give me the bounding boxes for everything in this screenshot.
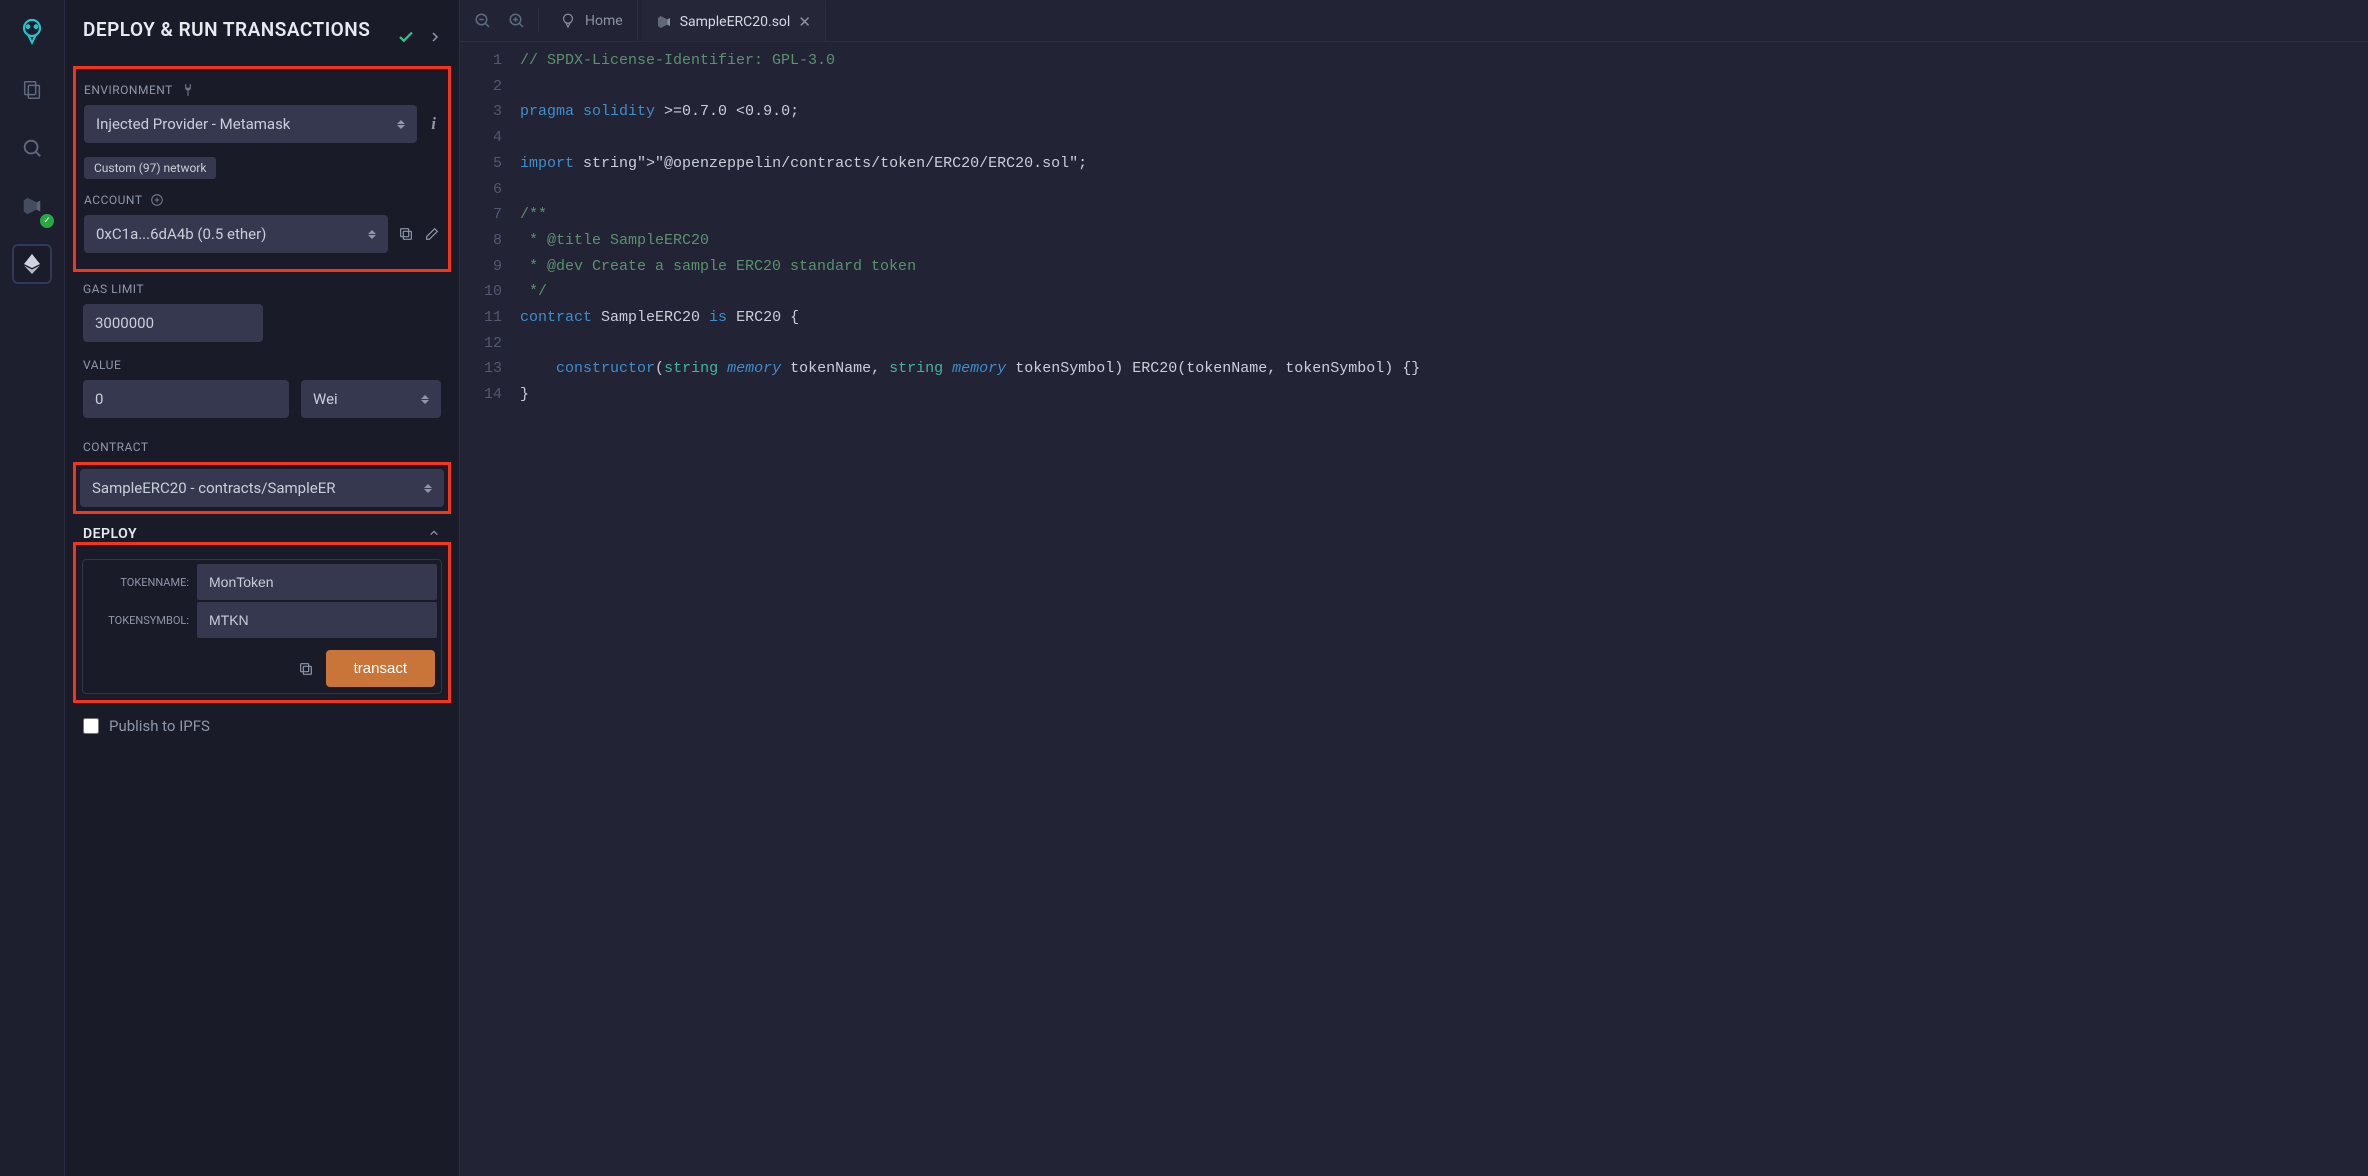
editor-area: Home SampleERC20.sol ✕ 12345678910111213… xyxy=(460,0,2368,1176)
tab-file[interactable]: SampleERC20.sol ✕ xyxy=(642,0,826,41)
plug-icon xyxy=(181,83,195,97)
search-icon[interactable] xyxy=(12,128,52,168)
deploy-panel: DEPLOY & RUN TRANSACTIONS ENVIRONMENT In… xyxy=(65,0,460,1176)
remix-logo-icon[interactable] xyxy=(12,12,52,52)
transact-button[interactable]: transact xyxy=(326,650,435,687)
tokensymbol-input[interactable] xyxy=(197,602,437,638)
line-gutter: 1234567891011121314 xyxy=(460,48,520,1176)
contract-select[interactable]: SampleERC20 - contracts/SampleER xyxy=(80,469,444,507)
edit-account-icon[interactable] xyxy=(424,226,440,242)
value-label: VALUE xyxy=(83,358,441,372)
tokensymbol-label: TOKENSYMBOL: xyxy=(87,602,197,638)
deploy-params: TOKENNAME: TOKENSYMBOL: transact xyxy=(82,559,442,694)
tab-home[interactable]: Home xyxy=(545,0,638,41)
tokenname-label: TOKENNAME: xyxy=(87,564,197,600)
solidity-file-icon xyxy=(656,14,672,30)
contract-label: CONTRACT xyxy=(83,440,441,454)
info-icon[interactable]: i xyxy=(427,114,440,134)
value-unit-select[interactable]: Wei xyxy=(301,380,441,418)
compile-success-badge: ✓ xyxy=(40,214,54,228)
value-amount-input[interactable]: 0 xyxy=(83,380,289,418)
compiler-icon[interactable]: ✓ xyxy=(12,186,52,226)
close-tab-icon[interactable]: ✕ xyxy=(798,13,811,31)
publish-ipfs-row[interactable]: Publish to IPFS xyxy=(83,717,441,735)
publish-label: Publish to IPFS xyxy=(109,717,210,735)
chevron-up-icon xyxy=(427,526,441,542)
env-account-highlight: ENVIRONMENT Injected Provider - Metamask… xyxy=(73,66,451,272)
gas-limit-input[interactable]: 3000000 xyxy=(83,304,263,342)
tab-file-label: SampleERC20.sol xyxy=(680,14,791,30)
environment-label: ENVIRONMENT xyxy=(84,83,440,97)
deploy-toggle[interactable]: DEPLOY xyxy=(83,526,441,542)
copy-account-icon[interactable] xyxy=(398,226,414,242)
tokenname-input[interactable] xyxy=(197,564,437,600)
check-icon[interactable] xyxy=(397,28,415,50)
publish-ipfs-checkbox[interactable] xyxy=(83,718,99,734)
account-select[interactable]: 0xC1a...6dA4b (0.5 ether) xyxy=(84,215,388,253)
editor-topbar: Home SampleERC20.sol ✕ xyxy=(460,0,2368,42)
plus-circle-icon[interactable] xyxy=(150,193,164,207)
tab-home-label: Home xyxy=(585,13,623,29)
panel-title: DEPLOY & RUN TRANSACTIONS xyxy=(83,18,370,43)
file-explorer-icon[interactable] xyxy=(12,70,52,110)
network-badge: Custom (97) network xyxy=(84,157,216,179)
zoom-in-icon[interactable] xyxy=(502,8,532,34)
copy-params-icon[interactable] xyxy=(298,661,314,677)
code-editor[interactable]: 1234567891011121314 // SPDX-License-Iden… xyxy=(460,42,2368,1176)
account-label: ACCOUNT xyxy=(84,193,440,207)
chevron-right-icon[interactable] xyxy=(429,30,441,48)
deploy-run-icon[interactable] xyxy=(12,244,52,284)
contract-highlight: SampleERC20 - contracts/SampleER xyxy=(73,462,451,514)
deploy-params-highlight: TOKENNAME: TOKENSYMBOL: transact xyxy=(73,542,451,703)
code-content[interactable]: // SPDX-License-Identifier: GPL-3.0 prag… xyxy=(520,48,2368,1176)
zoom-out-icon[interactable] xyxy=(468,8,498,34)
gas-limit-label: GAS LIMIT xyxy=(83,282,441,296)
home-remix-icon xyxy=(559,12,577,30)
environment-select[interactable]: Injected Provider - Metamask xyxy=(84,105,417,143)
icon-sidebar: ✓ xyxy=(0,0,65,1176)
